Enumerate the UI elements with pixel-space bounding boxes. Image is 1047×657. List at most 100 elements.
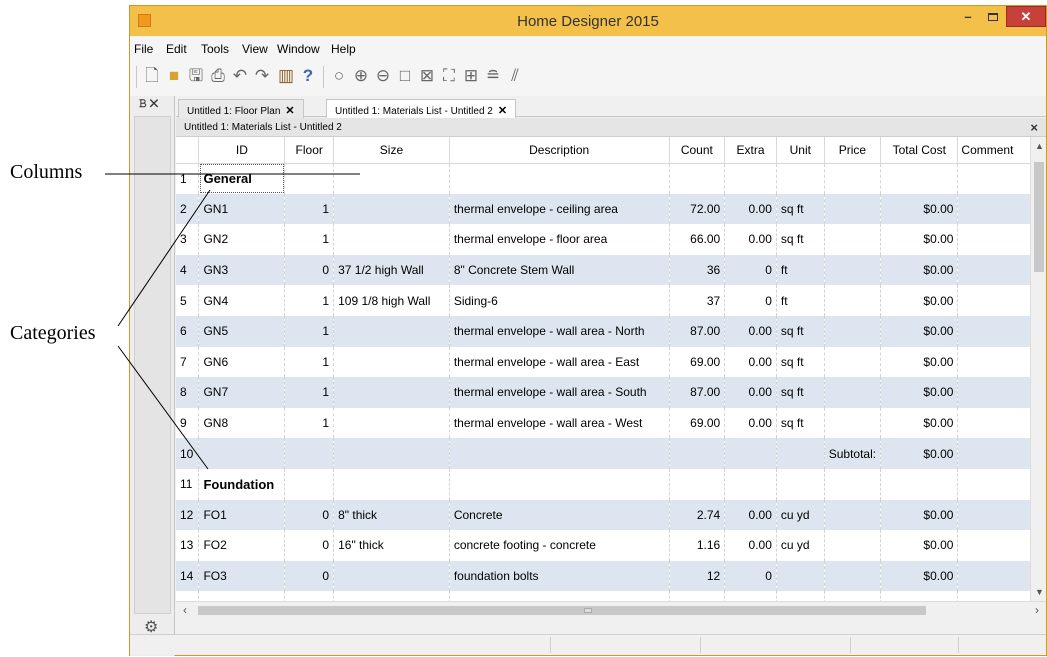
total-cost-cell[interactable]: [880, 468, 959, 500]
size-cell[interactable]: 37 1/2 high Wall: [333, 254, 450, 286]
save-icon[interactable]: 🖫: [186, 66, 206, 86]
price-cell[interactable]: Subtotal:: [824, 591, 882, 601]
scroll-thumb[interactable]: [1034, 162, 1044, 272]
extra-cell[interactable]: [724, 163, 777, 194]
size-cell[interactable]: 109 1/8 high Wall: [333, 285, 450, 316]
vertical-scrollbar[interactable]: ▲ ▼: [1030, 137, 1046, 601]
table-row[interactable]: 15 Subtotal:$0.00: [176, 591, 1046, 601]
table-row[interactable]: 4 GN3 0 37 1/2 high Wall 8" Concrete Stem Wa…: [176, 254, 1046, 286]
id-cell[interactable]: GN3: [198, 254, 286, 286]
extra-cell[interactable]: 0.00: [724, 407, 777, 439]
side-panel-header[interactable]: 𝙱 ✕: [130, 96, 175, 114]
plan-icon[interactable]: ⫽: [505, 66, 525, 86]
count-cell[interactable]: 69.00: [669, 407, 726, 439]
unit-cell[interactable]: [776, 163, 825, 194]
size-cell[interactable]: 16" thick: [333, 530, 450, 561]
price-cell[interactable]: [824, 468, 882, 500]
id-cell[interactable]: GN2: [198, 224, 286, 255]
column-header-unit[interactable]: Unit: [776, 137, 825, 164]
close-icon[interactable]: ✕: [285, 105, 294, 117]
fill-window-icon[interactable]: ⊠: [417, 66, 437, 86]
description-cell[interactable]: thermal envelope - floor area: [449, 224, 670, 255]
price-cell[interactable]: [824, 560, 882, 592]
price-cell[interactable]: [824, 407, 882, 439]
scroll-thumb[interactable]: [198, 606, 926, 615]
print-icon[interactable]: ⎙: [208, 66, 228, 86]
total-cost-cell[interactable]: $0.00: [880, 285, 959, 316]
title-bar[interactable]: Home Designer 2015 – ✕: [130, 6, 1046, 36]
table-row[interactable]: 1 General: [176, 163, 1046, 194]
floor-cell[interactable]: 0: [284, 560, 335, 592]
floor-cell[interactable]: [284, 438, 335, 469]
open-folder-icon[interactable]: ■: [164, 66, 184, 86]
unit-cell[interactable]: sq ft: [776, 346, 825, 378]
extra-cell[interactable]: 0.00: [724, 377, 777, 408]
minimize-button[interactable]: –: [956, 9, 980, 30]
description-cell[interactable]: [449, 468, 670, 500]
undo-zoom-icon[interactable]: □: [395, 66, 415, 86]
column-header-floor[interactable]: Floor: [284, 137, 335, 164]
scroll-down-icon[interactable]: ▼: [1035, 587, 1044, 597]
count-cell[interactable]: [669, 163, 726, 194]
floor-cell[interactable]: 0: [284, 530, 335, 561]
table-row[interactable]: 5 GN4 1 109 1/8 high Wall Siding-6 37 0 ft $0.00: [176, 285, 1046, 316]
extra-cell[interactable]: 0.00: [724, 499, 777, 531]
count-cell[interactable]: 87.00: [669, 315, 726, 347]
unit-cell[interactable]: sq ft: [776, 193, 825, 225]
id-cell[interactable]: General: [198, 163, 286, 194]
id-cell[interactable]: [198, 591, 286, 601]
zoom-out-icon[interactable]: ⊖: [373, 66, 393, 86]
size-cell[interactable]: 8" thick: [333, 499, 450, 531]
total-cost-cell[interactable]: [880, 163, 959, 194]
table-row[interactable]: 6 GN5 1 thermal envelope - wall area - Nort…: [176, 315, 1046, 347]
size-cell[interactable]: [333, 224, 450, 255]
maximize-button[interactable]: [980, 9, 1006, 30]
total-cost-cell[interactable]: $0.00: [880, 499, 959, 531]
total-cost-cell[interactable]: $0.00: [880, 591, 959, 601]
column-header-total-cost[interactable]: Total Cost: [880, 137, 959, 164]
price-cell[interactable]: [824, 285, 882, 316]
description-cell[interactable]: thermal envelope - wall area - East: [449, 346, 670, 378]
price-cell[interactable]: [824, 193, 882, 225]
floor-cell[interactable]: 1: [284, 193, 335, 225]
count-cell[interactable]: 2.74: [669, 499, 726, 531]
price-cell[interactable]: [824, 315, 882, 347]
price-cell[interactable]: [824, 346, 882, 378]
id-cell[interactable]: GN5: [198, 315, 286, 347]
close-icon[interactable]: ×: [1030, 120, 1038, 135]
id-cell[interactable]: FO1: [198, 499, 286, 531]
description-cell[interactable]: thermal envelope - ceiling area: [449, 193, 670, 225]
menu-edit[interactable]: Edit: [166, 42, 187, 56]
scroll-up-icon[interactable]: ▲: [1035, 141, 1044, 151]
size-cell[interactable]: [333, 560, 450, 592]
count-cell[interactable]: 87.00: [669, 377, 726, 408]
price-cell[interactable]: [824, 163, 882, 194]
column-header-id[interactable]: ID: [198, 137, 286, 164]
column-header-extra[interactable]: Extra: [724, 137, 777, 164]
floor-cell[interactable]: 0: [284, 499, 335, 531]
description-cell[interactable]: 8" Concrete Stem Wall: [449, 254, 670, 286]
count-cell[interactable]: 1.16: [669, 530, 726, 561]
table-row[interactable]: 9 GN8 1 thermal envelope - wall area - West…: [176, 407, 1046, 439]
count-cell[interactable]: [669, 591, 726, 601]
total-cost-cell[interactable]: $0.00: [880, 560, 959, 592]
size-cell[interactable]: [333, 377, 450, 408]
price-cell[interactable]: Subtotal:: [824, 438, 882, 469]
floor-cell[interactable]: 0: [284, 254, 335, 286]
help-icon[interactable]: ?: [298, 66, 318, 86]
extra-cell[interactable]: 0.00: [724, 315, 777, 347]
unit-cell[interactable]: cu yd: [776, 530, 825, 561]
floor-cell[interactable]: 1: [284, 346, 335, 378]
total-cost-cell[interactable]: $0.00: [880, 346, 959, 378]
table-row[interactable]: 7 GN6 1 thermal envelope - wall area - East…: [176, 346, 1046, 378]
menu-window[interactable]: Window: [277, 42, 320, 56]
extra-cell[interactable]: 0.00: [724, 346, 777, 378]
id-cell[interactable]: GN4: [198, 285, 286, 316]
count-cell[interactable]: 36: [669, 254, 726, 286]
unit-cell[interactable]: [776, 438, 825, 469]
unit-cell[interactable]: cu yd: [776, 499, 825, 531]
size-cell[interactable]: [333, 193, 450, 225]
scroll-right-icon[interactable]: ›: [1035, 603, 1039, 617]
unit-cell[interactable]: sq ft: [776, 224, 825, 255]
undo-icon[interactable]: ↶: [230, 66, 250, 86]
